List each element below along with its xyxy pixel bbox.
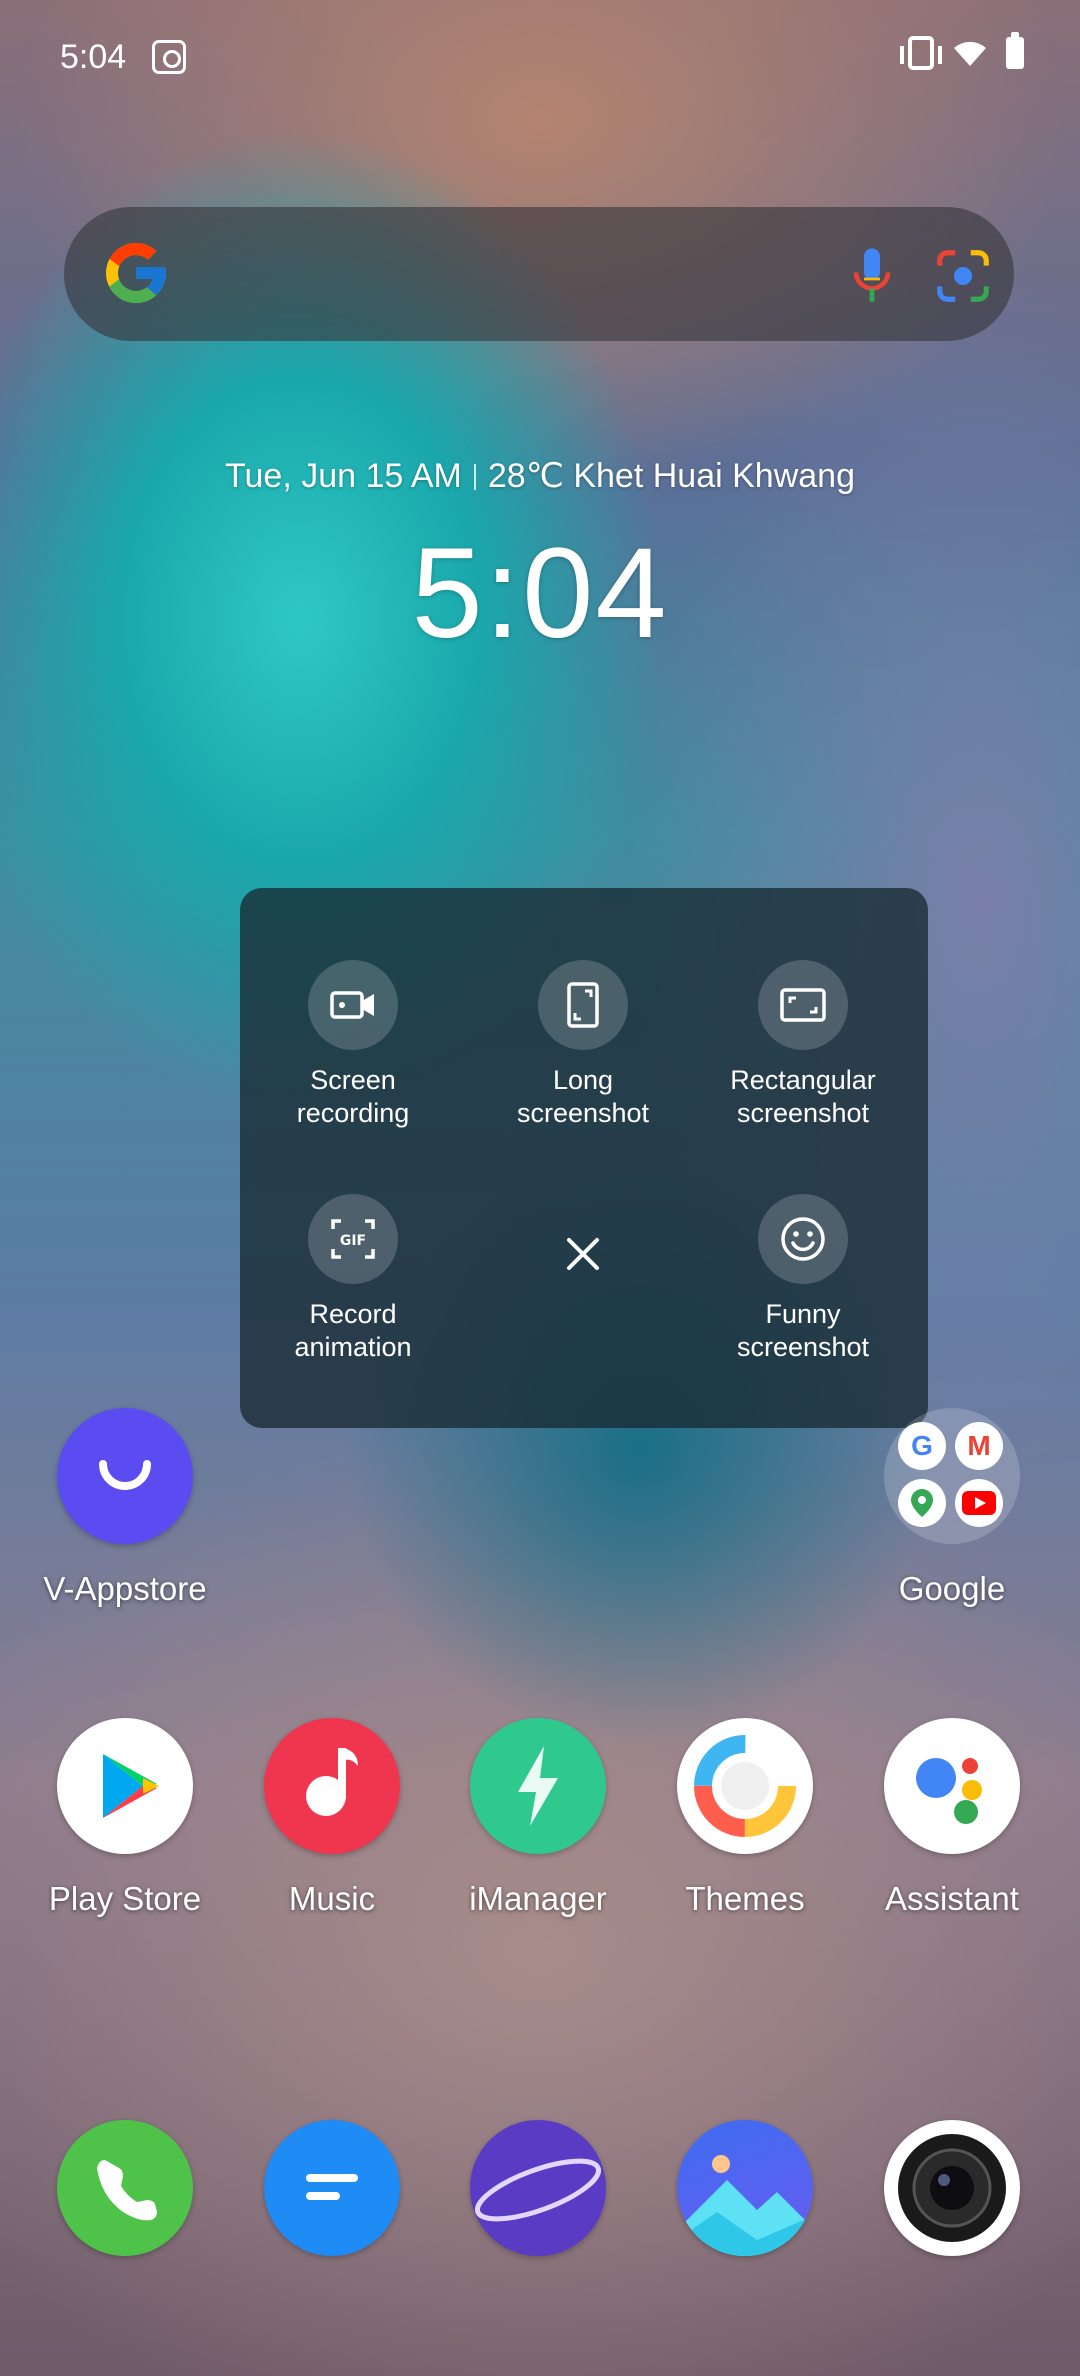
app-name: Assistant xyxy=(885,1880,1019,1917)
vibrate-icon xyxy=(900,36,942,70)
screenshot-menu: Screen recording Long screenshot Rectang… xyxy=(240,888,928,1428)
music-icon xyxy=(264,1718,400,1854)
video-camera-icon xyxy=(330,991,374,1019)
app-name: Play Store xyxy=(48,1880,202,1917)
play-store-icon xyxy=(57,1718,193,1854)
app-imanager[interactable]: iManager xyxy=(438,1718,638,1918)
close-button[interactable] xyxy=(533,1204,633,1304)
clock-widget[interactable]: 5:04 xyxy=(0,520,1080,667)
dock-messages[interactable] xyxy=(232,2120,432,2256)
app-name: Themes xyxy=(685,1880,805,1917)
screen-recording-option[interactable]: Screen recording xyxy=(243,960,463,1130)
phone-outline-icon xyxy=(567,982,599,1028)
v-appstore-icon xyxy=(57,1408,193,1544)
app-name: V-Appstore xyxy=(43,1570,207,1607)
option-label: Screen recording xyxy=(296,1065,410,1128)
smiley-icon xyxy=(781,1217,825,1261)
rectangular-screenshot-option[interactable]: Rectangular screenshot xyxy=(693,960,913,1130)
app-assistant[interactable]: Assistant xyxy=(852,1718,1052,1918)
option-label: Long screenshot xyxy=(516,1065,650,1128)
dock-browser[interactable] xyxy=(438,2120,638,2256)
status-time: 5:04 xyxy=(60,38,127,76)
google-g-icon xyxy=(106,243,166,303)
app-v-appstore[interactable]: V-Appstore xyxy=(25,1408,225,1608)
option-label: Record animation xyxy=(294,1299,412,1362)
phone-icon xyxy=(57,2120,193,2256)
dock-phone[interactable] xyxy=(25,2120,225,2256)
date-text: Tue, Jun 15 AM xyxy=(225,457,462,495)
screenshot-notification-icon xyxy=(152,40,186,74)
camera-icon xyxy=(884,2120,1020,2256)
app-themes[interactable]: Themes xyxy=(645,1718,845,1918)
browser-icon xyxy=(470,2120,606,2256)
app-name: Google xyxy=(898,1570,1006,1607)
app-name: iManager xyxy=(469,1880,607,1917)
long-screenshot-option[interactable]: Long screenshot xyxy=(473,960,693,1130)
dock-camera[interactable] xyxy=(852,2120,1052,2256)
google-search-bar[interactable] xyxy=(64,207,1014,341)
youtube-icon xyxy=(955,1479,1003,1527)
voice-search-icon[interactable] xyxy=(840,243,904,307)
divider xyxy=(473,464,476,490)
battery-icon xyxy=(1006,32,1024,69)
app-name: Music xyxy=(288,1880,376,1917)
date-weather-line[interactable]: Tue, Jun 15 AM 28℃ Khet Huai Khwang xyxy=(0,456,1080,496)
location-text: Khet Huai Khwang xyxy=(573,457,855,495)
wifi-icon xyxy=(954,41,986,66)
google-lens-icon[interactable] xyxy=(932,247,994,305)
assistant-icon xyxy=(884,1718,1020,1854)
app-folder-google[interactable]: G M Google xyxy=(852,1408,1052,1608)
gif-icon: GIF xyxy=(331,1219,375,1259)
status-icons xyxy=(900,32,1024,70)
svg-text:GIF: GIF xyxy=(340,1233,366,1249)
option-label: Funny screenshot xyxy=(736,1299,870,1362)
themes-icon xyxy=(677,1718,813,1854)
temperature-text: 28℃ xyxy=(487,457,564,495)
gallery-icon xyxy=(677,2120,813,2256)
close-icon xyxy=(567,1238,599,1270)
dock-gallery[interactable] xyxy=(645,2120,845,2256)
google-folder-icon: G M xyxy=(884,1408,1020,1544)
gmail-icon: M xyxy=(955,1422,1003,1470)
option-label: Rectangular screenshot xyxy=(730,1065,876,1128)
app-music[interactable]: Music xyxy=(232,1718,432,1918)
imanager-icon xyxy=(470,1718,606,1854)
funny-screenshot-option[interactable]: Funny screenshot xyxy=(693,1194,913,1364)
messages-icon xyxy=(264,2120,400,2256)
crop-frame-icon xyxy=(780,988,826,1022)
google-app-icon: G xyxy=(898,1422,946,1470)
status-bar: 5:04 xyxy=(0,0,1080,110)
record-animation-option[interactable]: GIF Record animation xyxy=(243,1194,463,1364)
app-play-store[interactable]: Play Store xyxy=(25,1718,225,1918)
maps-icon xyxy=(898,1479,946,1527)
